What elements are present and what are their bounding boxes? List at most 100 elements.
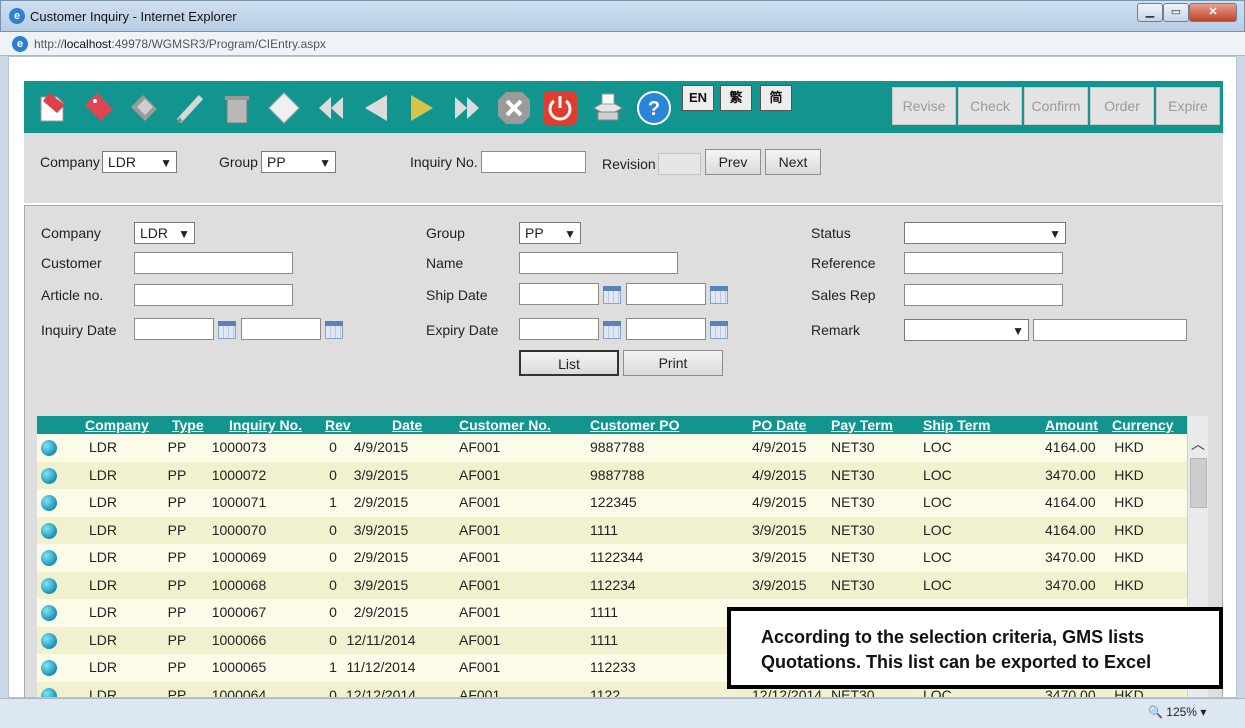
col-pay-term-header[interactable]: Pay Term [831, 417, 893, 433]
article-no-input[interactable] [134, 284, 293, 306]
inquiry-date-from-input[interactable] [134, 318, 214, 340]
col-date-header[interactable]: Date [392, 417, 422, 433]
table-cell: PP [167, 631, 187, 648]
row-select-icon[interactable] [41, 550, 57, 566]
table-cell: 1 [329, 659, 337, 675]
row-select-icon[interactable] [41, 632, 57, 649]
calendar-icon[interactable] [710, 321, 728, 339]
col-rev-header[interactable]: Rev [325, 417, 351, 433]
scroll-up-icon[interactable]: ︿ [1191, 434, 1205, 454]
customer-input[interactable] [134, 252, 293, 274]
table-cell: LDR [88, 466, 117, 483]
col-inquiry-no-header[interactable]: Inquiry No. [229, 417, 302, 433]
calendar-icon[interactable] [218, 321, 236, 339]
zoom-level[interactable]: 🔍 125% ▾ [1148, 705, 1206, 719]
row-select-icon[interactable] [41, 522, 57, 539]
calendar-icon[interactable] [603, 321, 621, 339]
printer-icon[interactable] [590, 90, 626, 126]
header-group-select[interactable]: PP ▼ [261, 151, 336, 173]
expiry-date-from-input[interactable] [519, 318, 599, 340]
lang-traditional-button[interactable]: 繁 [720, 85, 752, 111]
expire-button[interactable]: Expire [1156, 87, 1220, 125]
delete-bin-icon[interactable] [218, 90, 254, 126]
table-row[interactable]: LDR PP 1000071 1 2/9/2015 AF001 122345 4/9/2015… [37, 489, 1187, 516]
reference-input[interactable] [904, 252, 1063, 274]
row-select-icon[interactable] [41, 495, 57, 511]
table-cell: 1000072 [211, 466, 267, 483]
check-button[interactable]: Check [958, 87, 1022, 125]
minimize-button[interactable]: ▁ [1137, 3, 1163, 22]
article-no-label: Article no. [41, 287, 104, 303]
table-cell: 4164.00 [1045, 494, 1096, 510]
col-amount-header[interactable]: Amount [1045, 417, 1098, 433]
table-row[interactable]: LDR PP 1000069 0 2/9/2015 AF001 1122344 3/9/201… [37, 544, 1187, 571]
row-select-icon[interactable] [41, 687, 57, 697]
table-cell: 4/9/2015 [752, 466, 807, 483]
table-row[interactable]: LDR PP 1000068 0 3/9/2015 AF001 112234 3/9/2015… [37, 571, 1187, 599]
table-cell: 4/9/2015 [752, 494, 807, 510]
col-ship-term-header[interactable]: Ship Term [923, 417, 990, 433]
col-customer-no-header[interactable]: Customer No. [459, 417, 551, 433]
sales-rep-input[interactable] [904, 284, 1063, 306]
table-cell: 0 [329, 631, 337, 648]
table-row[interactable]: LDR PP 1000073 0 4/9/2015 AF001 9887788 4/9/201… [37, 434, 1187, 461]
table-row[interactable]: LDR PP 1000072 0 3/9/2015 AF001 9887788 4/9/201… [37, 461, 1187, 489]
inquiry-no-input[interactable] [481, 151, 586, 173]
revise-button[interactable]: Revise [892, 87, 956, 125]
name-input[interactable] [519, 252, 678, 274]
edit-pencil-icon[interactable] [172, 90, 208, 126]
status-select[interactable]: ▼ [904, 222, 1066, 244]
col-type-header[interactable]: Type [172, 417, 204, 433]
col-po-date-header[interactable]: PO Date [752, 417, 806, 433]
close-window-button[interactable]: ✕ [1189, 3, 1237, 22]
row-select-icon[interactable] [41, 467, 57, 484]
scrollbar-thumb[interactable] [1190, 458, 1207, 508]
list-button[interactable]: List [519, 350, 619, 376]
order-button[interactable]: Order [1090, 87, 1154, 125]
filter-company-select[interactable]: LDR ▼ [134, 222, 195, 244]
table-cell: 3/9/2015 [752, 549, 807, 565]
remark-input[interactable] [1033, 319, 1187, 341]
diamond-icon[interactable] [266, 90, 302, 126]
url-text[interactable]: http://localhost:49978/WGMSR3/Program/CI… [34, 37, 326, 51]
previous-record-icon[interactable] [358, 90, 394, 126]
first-record-icon[interactable] [312, 90, 348, 126]
calendar-icon[interactable] [710, 286, 728, 304]
confirm-button[interactable]: Confirm [1024, 87, 1088, 125]
cancel-icon[interactable] [496, 90, 532, 126]
table-cell: 1111 [590, 521, 619, 538]
col-company-header[interactable]: Company [85, 417, 149, 433]
calendar-icon[interactable] [325, 321, 343, 339]
header-company-select[interactable]: LDR ▼ [102, 151, 177, 173]
table-row[interactable]: LDR PP 1000070 0 3/9/2015 AF001 1111 3/9/2015 NE… [37, 516, 1187, 544]
prev-button[interactable]: Prev [705, 149, 761, 175]
expiry-date-to-input[interactable] [626, 318, 706, 340]
help-icon[interactable]: ? [636, 90, 672, 126]
new-document-icon[interactable] [34, 90, 70, 126]
copy-icon[interactable] [126, 90, 162, 126]
inquiry-date-to-input[interactable] [241, 318, 321, 340]
row-select-icon[interactable] [41, 605, 57, 621]
calendar-icon[interactable] [603, 286, 621, 304]
lang-simplified-button[interactable]: 简 [760, 85, 792, 111]
col-currency-header[interactable]: Currency [1112, 417, 1173, 433]
table-cell: 1000065 [211, 659, 267, 675]
row-select-icon[interactable] [41, 577, 57, 594]
col-customer-po-header[interactable]: Customer PO [590, 417, 679, 433]
last-record-icon[interactable] [450, 90, 486, 126]
filter-group-select[interactable]: PP ▼ [519, 222, 581, 244]
maximize-button[interactable]: ▭ [1163, 3, 1189, 22]
table-cell: 2/9/2015 [353, 549, 409, 565]
row-select-icon[interactable] [41, 660, 57, 676]
next-record-icon[interactable] [404, 90, 440, 126]
power-exit-icon[interactable] [542, 90, 578, 126]
next-button[interactable]: Next [765, 149, 821, 175]
tag-icon[interactable] [80, 90, 116, 126]
address-bar[interactable]: e http://localhost:49978/WGMSR3/Program/… [0, 32, 1245, 56]
ship-date-to-input[interactable] [626, 283, 706, 305]
remark-select[interactable]: ▼ [904, 319, 1029, 341]
lang-en-button[interactable]: EN [682, 85, 714, 111]
row-select-icon[interactable] [41, 440, 57, 456]
ship-date-from-input[interactable] [519, 283, 599, 305]
print-button[interactable]: Print [623, 350, 723, 376]
